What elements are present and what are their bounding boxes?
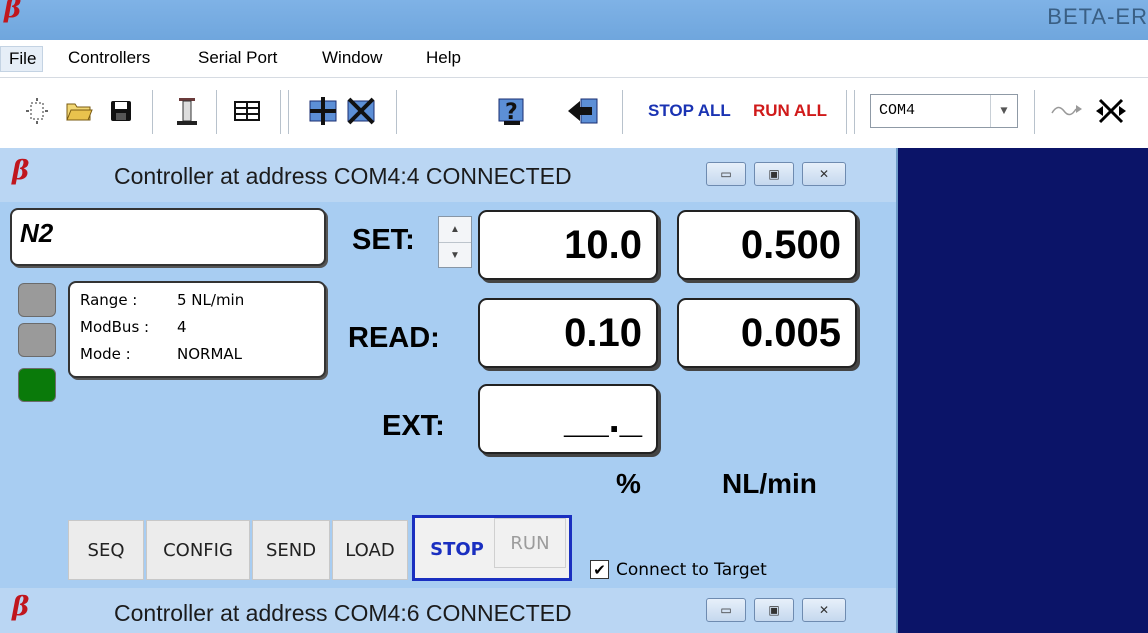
toolbar: ? STOP ALL RUN ALL COM4 ▼ (0, 78, 1148, 148)
toolbar-separator (288, 90, 289, 134)
spin-up-icon[interactable]: ▲ (439, 217, 471, 243)
info-value: NORMAL (177, 345, 243, 363)
info-value: 5 NL/min (177, 291, 245, 309)
toolbar-separator (846, 90, 847, 134)
status-led-3 (18, 368, 56, 402)
help-icon[interactable]: ? (494, 94, 528, 128)
menu-help[interactable]: Help (422, 48, 465, 68)
toolbar-separator (280, 90, 281, 134)
remove-controller-icon[interactable] (344, 94, 378, 128)
connect-icon[interactable] (1050, 94, 1084, 128)
ext-label: EXT: (382, 410, 445, 442)
open-folder-icon[interactable] (62, 94, 96, 128)
set-label: SET: (352, 224, 415, 256)
controller2-title: Controller at address COM4:6 CONNECTED (114, 600, 572, 626)
connect-to-target-checkbox[interactable]: ✔ (590, 560, 609, 579)
menubar: File Controllers Serial Port Window Help (0, 40, 1148, 78)
set-percent-value[interactable]: 10.0 (478, 210, 658, 280)
beta-logo-icon: β (12, 156, 30, 186)
menu-serial-port[interactable]: Serial Port (194, 48, 281, 68)
controller-titlebar[interactable]: β Controller at address COM4:4 CONNECTED… (0, 148, 896, 202)
toolbar-separator (622, 90, 623, 134)
toolbar-separator (1034, 90, 1035, 134)
close-icon: ✕ (818, 603, 830, 617)
run-all-button[interactable]: RUN ALL (753, 101, 827, 121)
read-label: READ: (348, 322, 440, 354)
send-button[interactable]: SEND (252, 520, 330, 580)
maximize-icon: ▣ (768, 167, 780, 181)
maximize-button[interactable]: ▣ (754, 162, 794, 186)
toolbar-separator (396, 90, 397, 134)
set-flow-value[interactable]: 0.500 (677, 210, 857, 280)
config-button[interactable]: CONFIG (146, 520, 250, 580)
minimize-button[interactable]: ▭ (706, 162, 746, 186)
app-titlebar: β BETA-ER (0, 0, 1148, 40)
maximize-icon: ▣ (768, 603, 780, 617)
read-percent-value: 0.10 (478, 298, 658, 368)
seq-button[interactable]: SEQ (68, 520, 144, 580)
close-button[interactable]: ✕ (802, 162, 846, 186)
chevron-down-icon[interactable]: ▼ (990, 95, 1017, 127)
info-key: Mode : (80, 345, 131, 363)
connect-to-target-label: Connect to Target (616, 560, 767, 580)
close-icon: ✕ (818, 167, 830, 181)
read-flow-value: 0.005 (677, 298, 857, 368)
unit-flow: NL/min (722, 468, 817, 499)
app-title: BETA-ER (1047, 4, 1148, 29)
controller-title: Controller at address COM4:4 CONNECTED (114, 163, 572, 189)
save-icon[interactable] (104, 94, 138, 128)
exit-icon[interactable] (566, 94, 600, 128)
flask-icon[interactable] (170, 94, 204, 128)
stop-all-button[interactable]: STOP ALL (648, 101, 731, 121)
unit-percent: % (616, 468, 641, 499)
minimize-icon: ▭ (720, 167, 732, 181)
minimize-icon: ▭ (720, 603, 732, 617)
disconnect-icon[interactable] (1094, 94, 1128, 128)
new-icon[interactable] (20, 94, 54, 128)
com-port-select[interactable]: COM4 ▼ (870, 94, 1018, 128)
app-logo: β (4, 0, 22, 24)
info-key: ModBus : (80, 318, 150, 336)
run-button[interactable]: RUN (494, 518, 566, 568)
toolbar-separator (216, 90, 217, 134)
controller2-titlebar[interactable]: β Controller at address COM4:6 CONNECTED… (0, 588, 898, 633)
load-button[interactable]: LOAD (332, 520, 408, 580)
toolbar-separator (854, 90, 855, 134)
com-port-value: COM4 (879, 102, 916, 119)
menu-controllers[interactable]: Controllers (64, 48, 154, 68)
menu-window[interactable]: Window (318, 48, 386, 68)
controller-window: β Controller at address COM4:4 CONNECTED… (0, 148, 898, 588)
table-icon[interactable] (230, 94, 264, 128)
maximize-button[interactable]: ▣ (754, 598, 794, 622)
status-led-2 (18, 323, 56, 357)
add-controller-icon[interactable] (306, 94, 340, 128)
info-key: Range : (80, 291, 138, 309)
close-button[interactable]: ✕ (802, 598, 846, 622)
gas-name: N2 (20, 218, 54, 248)
info-value: 4 (177, 318, 187, 336)
ext-value: __._ (478, 384, 658, 454)
set-spinner[interactable]: ▲ ▼ (438, 216, 472, 268)
spin-down-icon[interactable]: ▼ (439, 243, 471, 268)
minimize-button[interactable]: ▭ (706, 598, 746, 622)
info-box: Range : 5 NL/min ModBus : 4 Mode : NORMA… (68, 281, 326, 378)
toolbar-separator (152, 90, 153, 134)
menu-file[interactable]: File (0, 46, 44, 72)
gas-name-box: N2 (10, 208, 326, 266)
status-led-1 (18, 283, 56, 317)
beta-logo-icon: β (12, 592, 30, 622)
stop-button[interactable]: STOP (422, 523, 492, 575)
